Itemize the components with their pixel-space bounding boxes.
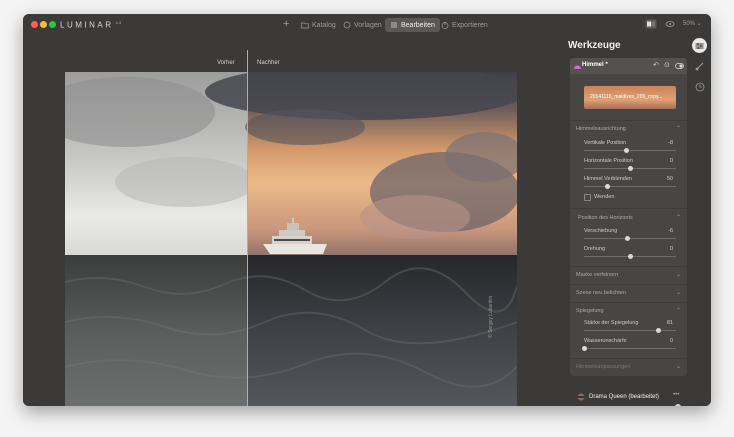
section-relight-scene[interactable]: Szene neu belichten — [576, 290, 626, 296]
panel-title: Werkzeuge — [568, 40, 621, 51]
photo-watermark: © Sergey Lukankin — [488, 295, 494, 338]
image-canvas[interactable]: Vorher Nachher © Sergey Lukankin — [23, 36, 563, 406]
zoom-level[interactable]: 50% ⌄ — [683, 20, 702, 27]
preset-bar: Drama Queen (bearbeitet) ••• — [563, 376, 688, 406]
divider — [570, 120, 687, 121]
presets-icon — [343, 21, 351, 29]
zoom-window-button[interactable] — [49, 21, 56, 28]
horizontal-position-slider[interactable] — [584, 166, 676, 171]
minimize-window-button[interactable] — [40, 21, 47, 28]
slider-value[interactable]: -6 — [668, 228, 673, 234]
chevron-down-icon[interactable]: ⌄ — [676, 363, 681, 370]
folder-icon — [301, 22, 309, 29]
slider-label: Wasserunschärfe — [584, 338, 627, 344]
vertical-position-slider[interactable] — [584, 148, 676, 153]
sky-file-name: 20141115_maldives_265_copy... — [590, 94, 663, 100]
sky-selection-thumbnail[interactable]: 20141115_maldives_265_copy... — [584, 86, 676, 109]
sliders-icon — [391, 22, 397, 28]
brush-icon[interactable] — [692, 58, 707, 73]
slider-knob[interactable] — [624, 236, 630, 241]
tools-icon[interactable] — [692, 38, 707, 53]
before-after-photo — [65, 72, 517, 406]
slider-label: Himmel Verblenden — [584, 176, 632, 182]
divider — [570, 302, 687, 303]
reflection-strength-slider[interactable] — [584, 328, 676, 333]
before-label: Vorher — [217, 60, 235, 66]
slider-value[interactable]: 0 — [670, 246, 673, 252]
slider-label: Horizontale Position — [584, 158, 633, 164]
slider-knob[interactable] — [604, 184, 610, 189]
slider-value[interactable]: 0 — [670, 158, 673, 164]
water-blur-slider[interactable] — [581, 346, 676, 351]
rotation-slider[interactable] — [584, 254, 676, 259]
sky-tool-icon — [574, 65, 581, 69]
app-logo: LUMINAR 4.3 — [60, 20, 122, 30]
chevron-down-icon[interactable]: ⌄ — [676, 271, 681, 278]
export-icon — [441, 22, 449, 29]
flip-label: Wenden — [594, 194, 615, 200]
horizon-shift-slider[interactable] — [584, 236, 676, 241]
slider-knob[interactable] — [656, 328, 662, 333]
slider-knob[interactable] — [581, 346, 587, 351]
sky-blend-slider[interactable] — [584, 184, 676, 189]
undo-icon[interactable]: ↶ — [653, 61, 659, 69]
tool-rail — [688, 36, 711, 406]
history-icon[interactable] — [692, 79, 707, 94]
slider-value[interactable]: 50 — [667, 176, 673, 182]
tab-bearbeiten[interactable]: Bearbeiten — [385, 18, 440, 32]
chevron-up-icon[interactable]: ⌃ — [676, 307, 681, 314]
slider-value[interactable]: 81 — [667, 320, 673, 326]
slider-value[interactable]: -8 — [668, 140, 673, 146]
slider-value[interactable]: 0 — [670, 338, 673, 344]
slider-label: Stärke der Spiegelung — [584, 320, 639, 326]
app-window: LUMINAR 4.3 + Katalog Vorlagen Bearbeiten… — [23, 14, 711, 406]
chevron-down-icon[interactable]: ⌄ — [676, 289, 681, 296]
toggle-icon[interactable] — [675, 63, 684, 69]
divider — [570, 266, 687, 267]
slider-knob[interactable] — [627, 166, 633, 171]
tab-vorlagen[interactable]: Vorlagen — [338, 18, 387, 32]
tab-katalog[interactable]: Katalog — [296, 18, 341, 32]
slider-knob[interactable] — [675, 404, 681, 406]
slider-knob[interactable] — [623, 148, 629, 153]
divider — [570, 284, 687, 285]
section-horizon-position[interactable]: Position des Horizonts — [578, 215, 633, 221]
section-reflection[interactable]: Spiegelung — [576, 308, 604, 314]
section-sky-alignment[interactable]: Himmelsausrichtung — [576, 126, 626, 132]
section-mask-refine[interactable]: Maske verfeinern — [576, 272, 618, 278]
preset-thumbnail-icon — [577, 393, 585, 401]
preset-name[interactable]: Drama Queen (bearbeitet) — [589, 394, 659, 400]
settings-icon[interactable]: ⊙ — [664, 61, 670, 69]
titlebar: LUMINAR 4.3 + Katalog Vorlagen Bearbeiten… — [23, 14, 711, 36]
eye-icon[interactable] — [665, 19, 675, 29]
section-advanced[interactable]: Himmelsanpassungen — [576, 364, 630, 370]
slider-label: Vertikale Position — [584, 140, 627, 146]
tool-name: Himmel * — [582, 62, 608, 68]
chevron-up-icon[interactable]: ⌃ — [676, 125, 681, 132]
tools-panel: Werkzeuge Himmel * ↶ ⊙ 20141115_maldives… — [563, 36, 688, 406]
after-label: Nachher — [257, 60, 280, 66]
preset-menu-icon[interactable]: ••• — [673, 392, 679, 398]
sky-tool-card: Himmel * ↶ ⊙ 20141115_maldives_265_copy.… — [570, 58, 687, 376]
slider-label: Drehung — [584, 246, 606, 252]
before-after-divider[interactable] — [247, 50, 248, 406]
sky-tool-header[interactable]: Himmel * ↶ ⊙ — [570, 58, 687, 74]
compare-icon[interactable] — [645, 19, 657, 29]
divider — [570, 208, 687, 209]
add-icon[interactable]: + — [283, 18, 289, 30]
slider-knob[interactable] — [627, 254, 633, 259]
chevron-up-icon[interactable]: ⌃ — [676, 214, 681, 221]
flip-checkbox[interactable] — [584, 194, 591, 201]
close-window-button[interactable] — [31, 21, 38, 28]
divider — [570, 358, 687, 359]
slider-label: Verschiebung — [584, 228, 618, 234]
tab-exportieren[interactable]: Exportieren — [436, 18, 493, 32]
